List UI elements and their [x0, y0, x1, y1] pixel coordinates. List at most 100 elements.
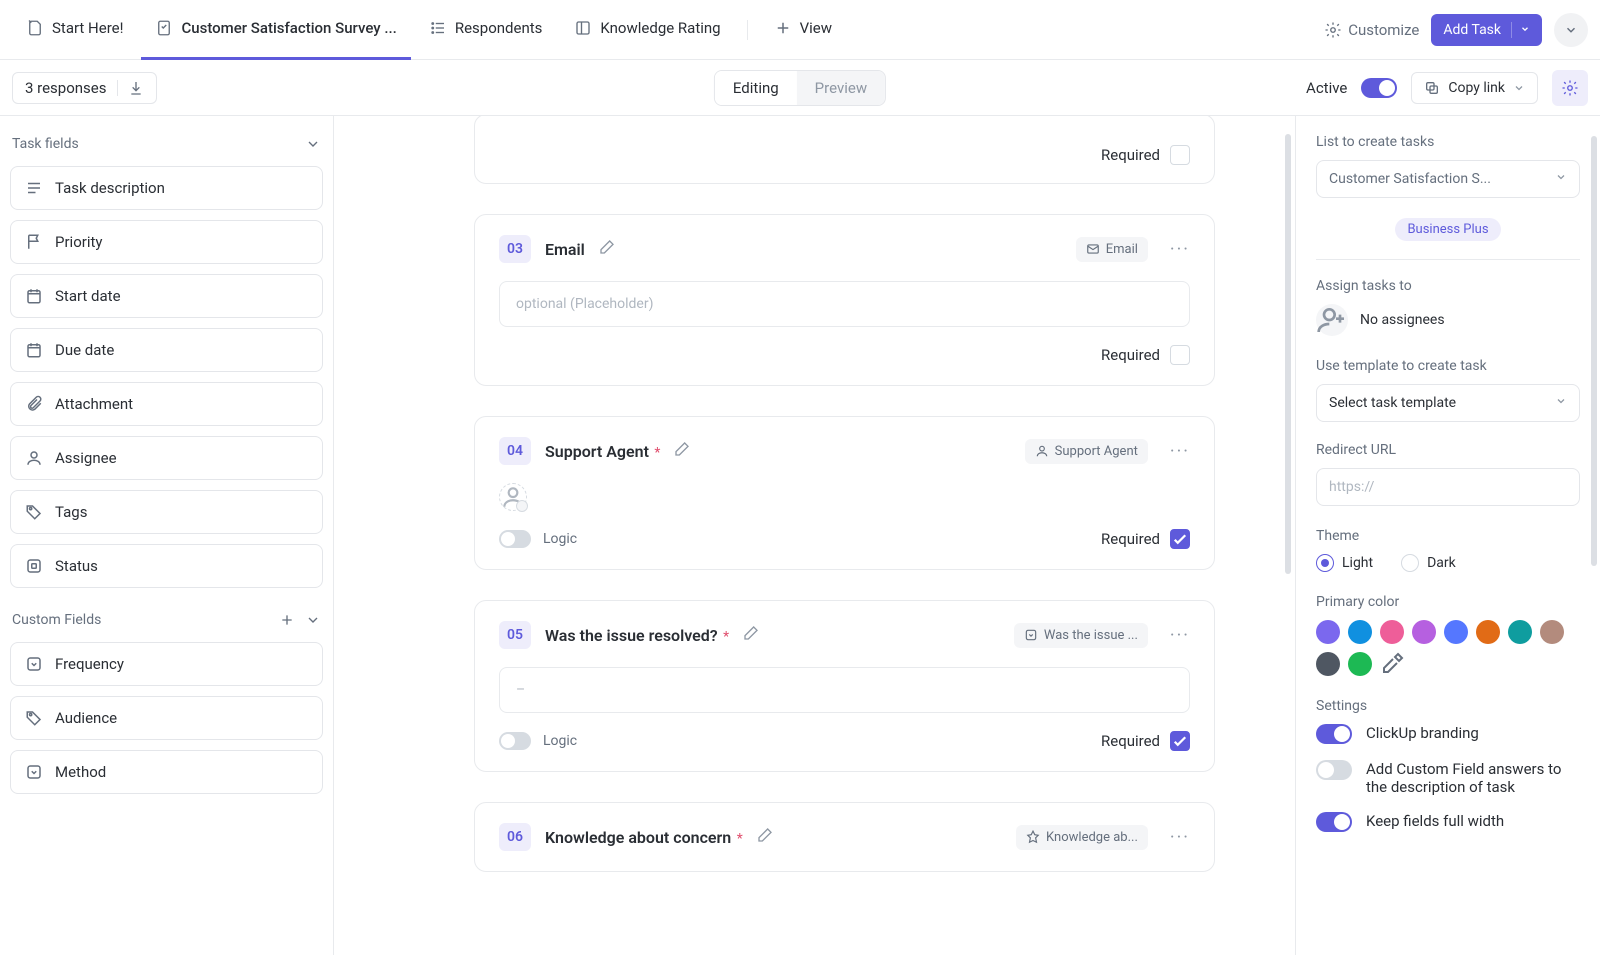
logic-toggle[interactable] — [499, 732, 531, 750]
color-swatch[interactable] — [1348, 620, 1372, 644]
edit-icon[interactable] — [599, 239, 615, 259]
color-swatch[interactable] — [1380, 620, 1404, 644]
color-swatch[interactable] — [1412, 620, 1436, 644]
editing-tab[interactable]: Editing — [715, 71, 797, 105]
field-start-date[interactable]: Start date — [10, 274, 323, 318]
plus-icon[interactable] — [279, 612, 295, 628]
question-card-support-agent[interactable]: 04 Support Agent * Support Agent ··· Log… — [474, 416, 1215, 570]
chevron-down-icon[interactable] — [1511, 22, 1530, 38]
color-swatch[interactable] — [1476, 620, 1500, 644]
active-label: Active — [1306, 79, 1347, 97]
scrollbar[interactable] — [1285, 134, 1291, 574]
dropdown-icon — [25, 655, 43, 673]
field-type-chip[interactable]: Email — [1076, 237, 1148, 262]
active-toggle[interactable] — [1361, 78, 1397, 98]
gear-icon — [1561, 79, 1579, 97]
select-input[interactable]: – — [499, 667, 1190, 713]
field-type-chip[interactable]: Support Agent — [1025, 439, 1148, 464]
field-attachment[interactable]: Attachment — [10, 382, 323, 426]
tab-start-here[interactable]: Start Here! — [12, 0, 137, 60]
theme-label: Theme — [1316, 528, 1580, 544]
color-swatch[interactable] — [1540, 620, 1564, 644]
field-type-chip[interactable]: Was the issue ... — [1014, 623, 1148, 648]
color-swatch[interactable] — [1444, 620, 1468, 644]
setting-label: Keep fields full width — [1366, 812, 1580, 830]
required-checkbox[interactable] — [1170, 529, 1190, 549]
redirect-input[interactable]: https:// — [1316, 468, 1580, 506]
question-card[interactable]: Required — [474, 116, 1215, 184]
field-due-date[interactable]: Due date — [10, 328, 323, 372]
required-checkbox[interactable] — [1170, 145, 1190, 165]
theme-dark-label: Dark — [1427, 555, 1456, 571]
field-label: Attachment — [55, 395, 133, 413]
list-label: List to create tasks — [1316, 134, 1580, 150]
custom-fields-header[interactable]: Custom Fields — [10, 606, 323, 642]
field-assignee[interactable]: Assignee — [10, 436, 323, 480]
tab-label: View — [800, 19, 832, 37]
custom-field-frequency[interactable]: Frequency — [10, 642, 323, 686]
color-swatch[interactable] — [1348, 652, 1372, 676]
field-task-description[interactable]: Task description — [10, 166, 323, 210]
dropdown-icon — [1024, 628, 1038, 642]
field-label: Start date — [55, 287, 121, 305]
add-view-button[interactable]: View — [760, 0, 846, 60]
tab-survey-form[interactable]: Customer Satisfaction Survey ... — [141, 0, 410, 60]
assignee-select[interactable]: No assignees — [1316, 304, 1580, 336]
chip-label: Was the issue ... — [1044, 628, 1138, 643]
question-card-issue-resolved[interactable]: 05 Was the issue resolved? * Was the iss… — [474, 600, 1215, 772]
template-select[interactable]: Select task template — [1316, 384, 1580, 422]
copy-link-button[interactable]: Copy link — [1411, 72, 1538, 104]
responses-button[interactable]: 3 responses — [12, 72, 157, 104]
full-width-toggle[interactable] — [1316, 812, 1352, 832]
list-select[interactable]: Customer Satisfaction S... — [1316, 160, 1580, 198]
mail-icon — [1086, 242, 1100, 256]
form-canvas: Required 03 Email Email ··· optional (Pl… — [334, 116, 1295, 955]
logic-toggle[interactable] — [499, 530, 531, 548]
field-status[interactable]: Status — [10, 544, 323, 588]
branding-toggle[interactable] — [1316, 724, 1352, 744]
scrollbar[interactable] — [1591, 136, 1597, 566]
preview-tab[interactable]: Preview — [797, 71, 885, 105]
edit-icon[interactable] — [743, 625, 759, 645]
plan-badge: Business Plus — [1395, 218, 1500, 241]
required-checkbox[interactable] — [1170, 345, 1190, 365]
section-label: Custom Fields — [12, 612, 101, 628]
color-swatch[interactable] — [1508, 620, 1532, 644]
color-swatch[interactable] — [1316, 652, 1340, 676]
customize-label: Customize — [1348, 21, 1419, 39]
fields-sidebar: Task fields Task description Priority St… — [0, 116, 334, 955]
tab-knowledge-rating[interactable]: Knowledge Rating — [560, 0, 734, 60]
edit-icon[interactable] — [674, 441, 690, 461]
edit-icon[interactable] — [757, 827, 773, 847]
cf-description-toggle[interactable] — [1316, 760, 1352, 780]
edit-preview-toggle: Editing Preview — [714, 70, 886, 106]
placeholder-input[interactable]: optional (Placeholder) — [499, 281, 1190, 327]
task-fields-header[interactable]: Task fields — [10, 130, 323, 166]
custom-field-audience[interactable]: Audience — [10, 696, 323, 740]
add-assignee-placeholder[interactable] — [499, 483, 527, 511]
more-icon[interactable]: ··· — [1170, 239, 1190, 260]
customize-button[interactable]: Customize — [1324, 21, 1419, 39]
color-picker-icon[interactable] — [1380, 652, 1404, 676]
chevron-down-icon — [305, 136, 321, 152]
expand-button[interactable] — [1554, 13, 1588, 47]
custom-field-method[interactable]: Method — [10, 750, 323, 794]
more-icon[interactable]: ··· — [1170, 441, 1190, 462]
more-icon[interactable]: ··· — [1170, 827, 1190, 848]
question-card-knowledge[interactable]: 06 Knowledge about concern * Knowledge a… — [474, 802, 1215, 872]
field-type-chip[interactable]: Knowledge ab... — [1016, 825, 1148, 850]
add-task-button[interactable]: Add Task — [1431, 14, 1542, 46]
required-label: Required — [1101, 146, 1160, 164]
form-settings-button[interactable] — [1552, 70, 1588, 106]
field-tags[interactable]: Tags — [10, 490, 323, 534]
download-button[interactable] — [117, 80, 144, 96]
more-icon[interactable]: ··· — [1170, 625, 1190, 646]
field-priority[interactable]: Priority — [10, 220, 323, 264]
tab-respondents[interactable]: Respondents — [415, 0, 557, 60]
color-swatch[interactable] — [1316, 620, 1340, 644]
theme-light[interactable]: Light — [1316, 554, 1373, 572]
required-checkbox[interactable] — [1170, 731, 1190, 751]
theme-dark[interactable]: Dark — [1401, 554, 1456, 572]
question-number: 03 — [499, 235, 531, 263]
question-card-email[interactable]: 03 Email Email ··· optional (Placeholder… — [474, 214, 1215, 386]
